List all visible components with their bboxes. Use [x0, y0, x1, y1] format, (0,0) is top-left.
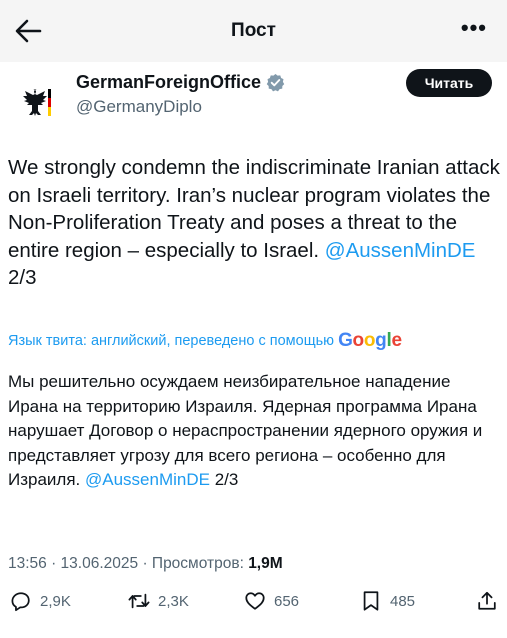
tweet-text: We strongly condemn the indiscriminate I…: [8, 154, 500, 292]
top-bar: Пост •••: [0, 0, 507, 62]
repost-count: 2,3K: [158, 592, 189, 610]
translated-text-body: Мы решительно осуждаем неизбирательное н…: [8, 372, 483, 489]
like-count: 656: [274, 592, 300, 610]
bookmark-icon: [363, 591, 379, 611]
author-name-row: GermanForeignOffice: [76, 72, 285, 93]
author-handle[interactable]: @GermanyDiplo: [76, 97, 202, 117]
avatar[interactable]: [14, 80, 60, 126]
repost-icon: [128, 593, 150, 609]
follow-button[interactable]: Читать: [406, 69, 492, 97]
tweet-text-suffix: 2/3: [8, 266, 37, 289]
google-logo: Google: [338, 330, 402, 351]
bookmark-button[interactable]: 485: [360, 590, 415, 612]
reply-button[interactable]: 2,9K: [10, 590, 71, 612]
author-name[interactable]: GermanForeignOffice: [76, 72, 261, 93]
action-bar: 2,9K 2,3K 656 485: [0, 590, 507, 622]
translated-text: Мы решительно осуждаем неизбирательное н…: [8, 370, 500, 493]
reply-count: 2,9K: [40, 592, 71, 610]
like-button[interactable]: 656: [244, 590, 299, 612]
reply-icon: [11, 592, 30, 612]
page-title: Пост: [231, 20, 276, 41]
translation-note-text: Язык твита: английский, переведено с пом…: [8, 333, 335, 349]
more-icon[interactable]: •••: [461, 17, 487, 39]
views-label: Просмотров:: [151, 555, 249, 572]
bookmark-count: 485: [390, 592, 416, 610]
share-icon: [478, 591, 496, 610]
repost-button[interactable]: 2,3K: [128, 590, 189, 612]
views-count: 1,9M: [248, 555, 283, 572]
translated-mention-link[interactable]: @AussenMinDE: [85, 470, 210, 489]
share-button[interactable]: [476, 590, 498, 612]
translated-text-suffix: 2/3: [209, 470, 239, 489]
timestamp[interactable]: 13:56 · 13.06.2025 ·: [8, 555, 152, 572]
translation-note[interactable]: Язык твита: английский, переведено с пом…: [8, 330, 402, 352]
tweet-meta: 13:56 · 13.06.2025 · Просмотров: 1,9M: [8, 555, 283, 573]
like-icon: [245, 592, 265, 610]
verified-badge-icon: [266, 73, 285, 92]
tweet-mention-link[interactable]: @AussenMinDE: [325, 239, 476, 262]
